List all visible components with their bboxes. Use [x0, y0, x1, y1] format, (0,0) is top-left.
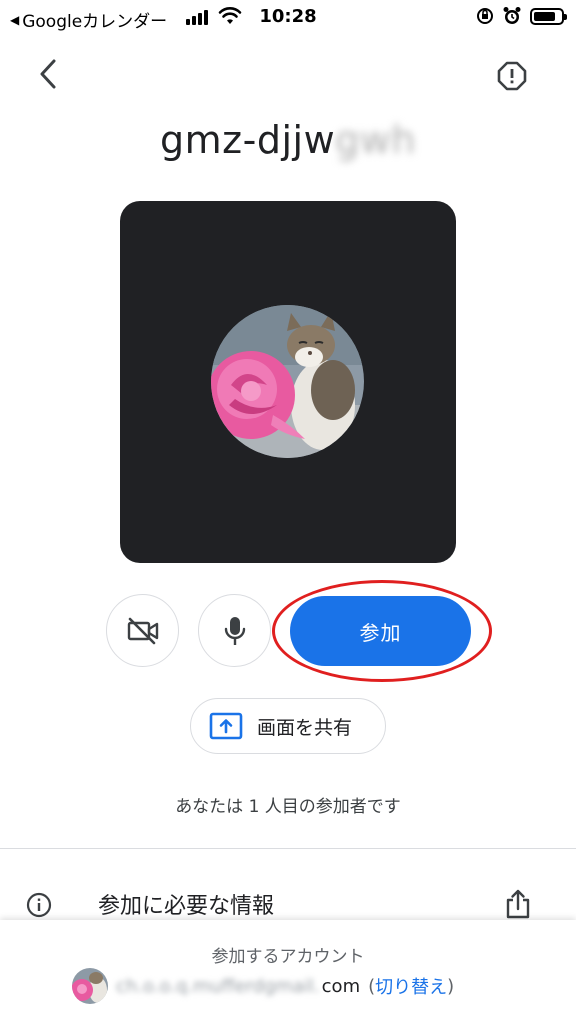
info-icon: [26, 892, 52, 918]
switch-account-link[interactable]: 切り替え: [375, 973, 447, 999]
chevron-left-icon: [40, 59, 56, 89]
share-screen-button[interactable]: 画面を共有: [190, 698, 386, 754]
alert-octagon-icon: [497, 61, 527, 91]
rotation-lock-icon: [477, 8, 493, 24]
share-screen-label: 画面を共有: [257, 716, 353, 739]
paren-close: ): [447, 975, 455, 997]
alarm-icon: [503, 7, 521, 24]
battery-icon: [530, 7, 567, 25]
report-problem-button[interactable]: [492, 56, 532, 96]
joining-info-label: 参加に必要な情報: [98, 894, 275, 919]
microphone-icon: [224, 616, 245, 645]
account-caption: 参加するアカウント: [211, 947, 365, 967]
user-avatar: [211, 305, 364, 458]
account-sheet: 参加するアカウント ch.o.o.q.mufferdgmail. com (切り…: [0, 920, 576, 1024]
self-preview-tile: [120, 201, 456, 563]
back-button[interactable]: [28, 52, 68, 96]
share-upload-icon: [506, 889, 530, 919]
status-bar: ◀ Googleカレンダー 10:28: [0, 0, 576, 34]
participant-count-note: あなたは 1 人目の参加者です: [175, 797, 401, 817]
join-button[interactable]: 参加: [290, 596, 471, 666]
microphone-toggle-button[interactable]: [198, 594, 271, 667]
share-info-button[interactable]: [500, 884, 536, 924]
divider: [0, 848, 576, 849]
account-email-masked: ch.o.o.q.mufferdgmail.: [116, 975, 320, 997]
account-line: ch.o.o.q.mufferdgmail. com (切り替え): [72, 968, 454, 1004]
meeting-code-masked: gwh: [335, 118, 416, 162]
meeting-code: gmz-djjwgwh: [0, 118, 576, 162]
video-off-icon: [127, 617, 158, 644]
paren-open: (: [368, 975, 376, 997]
camera-toggle-button[interactable]: [106, 594, 179, 667]
account-avatar: [72, 968, 108, 1004]
meeting-code-visible: gmz-djjw: [160, 118, 336, 162]
present-to-all-icon: [209, 712, 243, 740]
account-email-suffix: com: [321, 975, 361, 997]
